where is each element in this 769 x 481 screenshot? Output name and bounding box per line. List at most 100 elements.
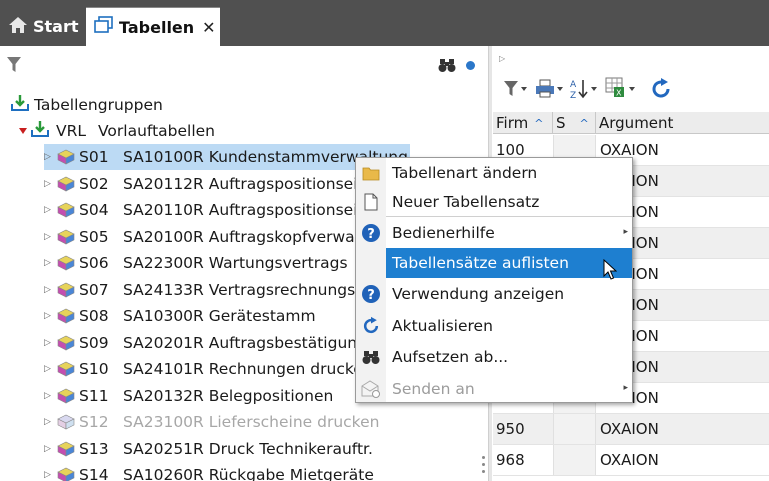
table-cube-icon — [56, 308, 76, 324]
menu-item[interactable]: Tabellensätze auflisten — [356, 248, 632, 278]
refresh-icon[interactable] — [649, 77, 673, 105]
submenu-arrow-icon: ▸ — [623, 227, 628, 237]
expand-arrow-icon[interactable]: ▷ — [44, 205, 54, 215]
table-cube-icon — [56, 335, 76, 351]
tree-item-code: S06 — [79, 254, 109, 272]
tree-item-label: SA20132R Belegpositionen — [123, 386, 334, 405]
tree-item-code: S04 — [79, 201, 109, 219]
binoculars-icon — [356, 342, 386, 372]
expand-arrow-icon[interactable]: ▷ — [44, 285, 54, 295]
filter-dropdown-icon[interactable] — [503, 79, 529, 103]
tree-item[interactable]: ▷ S06 SA22300R Wartungsvertrags — [44, 250, 348, 276]
cell-argument: OXAION — [600, 451, 659, 469]
binoculars-icon[interactable] — [438, 57, 456, 77]
help-icon: ? — [356, 218, 386, 248]
expand-arrow-icon[interactable]: ▷ — [499, 54, 505, 63]
tree-item[interactable]: ▷ S08 SA10300R Gerätestamm — [44, 303, 316, 329]
table-cube-icon — [56, 414, 76, 430]
tree-root-label: Tabellengruppen — [34, 96, 163, 114]
tree-item-code: S02 — [79, 174, 109, 193]
tree-item-code: S14 — [79, 466, 109, 481]
tab-start[interactable]: Start — [0, 7, 82, 46]
expand-arrow-icon[interactable]: ▷ — [44, 179, 54, 189]
tree-item-code: S09 — [79, 333, 109, 352]
tree-item[interactable]: ▷ S11 SA20132R Belegpositionen — [44, 383, 333, 409]
tree-group-vrl[interactable]: VRL Vorlauftabellen — [18, 118, 215, 144]
tree-item-label: SA20112R Auftragspositionsein — [123, 174, 368, 193]
expand-arrow-icon[interactable]: ▷ — [44, 444, 54, 454]
table-cube-icon — [56, 361, 76, 377]
tree-root[interactable]: Tabellengruppen — [10, 92, 163, 118]
menu-item[interactable]: Aktualisieren — [356, 311, 632, 341]
tree-item[interactable]: ▷ S10 SA24101R Rechnungen drucken — [44, 356, 373, 382]
tree-item-label: SA20201R Auftragsbestätigung — [123, 333, 367, 352]
cell-firm: 950 — [496, 420, 525, 438]
status-dot-icon — [466, 61, 475, 70]
menu-item[interactable]: Neuer Tabellensatz — [356, 187, 632, 217]
table-cube-icon — [56, 282, 76, 298]
sort-asc-icon: ^ — [534, 116, 544, 130]
tab-tabellen[interactable]: Tabellen ✕ — [86, 7, 220, 46]
menu-item[interactable]: ? Verwendung anzeigen — [356, 279, 632, 309]
tree-item[interactable]: ▷ S12 SA23100R Lieferscheine drucken — [44, 409, 379, 435]
col-firm-header[interactable]: Firm ^ — [493, 112, 553, 134]
table-cube-icon — [56, 149, 76, 165]
close-icon[interactable]: ✕ — [202, 18, 215, 37]
expand-arrow-icon[interactable]: ▷ — [44, 258, 54, 268]
collapse-arrow-icon[interactable] — [18, 122, 28, 140]
svg-text:Z: Z — [570, 91, 576, 101]
expand-arrow-icon[interactable]: ▷ — [44, 311, 54, 321]
menu-item-label: Tabellenart ändern — [392, 164, 538, 182]
group-label: Vorlauftabellen — [98, 122, 216, 140]
expand-arrow-icon[interactable]: ▷ — [44, 470, 54, 480]
grid-toolbar: AZ X — [501, 76, 761, 102]
tree-item[interactable]: ▷ S09 SA20201R Auftragsbestätigung — [44, 330, 367, 356]
expand-arrow-icon[interactable]: ▷ — [44, 364, 54, 374]
tree-item-label: SA20100R Auftragskopfverwal — [123, 227, 359, 246]
expand-arrow-icon[interactable]: ▷ — [44, 417, 54, 427]
table-cube-icon — [56, 202, 76, 218]
print-icon[interactable] — [535, 79, 565, 103]
tab-label: Tabellen — [119, 17, 195, 37]
menu-item-label: Bedienerhilfe — [392, 224, 495, 242]
tree-item[interactable]: ▷ S05 SA20100R Auftragskopfverwal — [44, 224, 359, 250]
cell-s — [553, 414, 596, 444]
col-argument-header[interactable]: Argument — [596, 112, 769, 134]
tree-item-label: SA20251R Druck Technikerauftr. — [123, 439, 373, 458]
expand-arrow-icon[interactable]: ▷ — [44, 391, 54, 401]
tree-item-label: SA10260R Rückgabe Mietgeräte — [123, 466, 374, 481]
tree-item[interactable]: ▷ S07 SA24133R Vertragsrechnungs — [44, 277, 355, 303]
menu-item[interactable]: Senden an ▸ — [356, 374, 632, 404]
import-icon — [10, 94, 30, 116]
menu-item[interactable]: Aufsetzen ab... — [356, 342, 632, 372]
menu-item[interactable]: Tabellenart ändern — [356, 158, 632, 188]
tree-item[interactable]: ▷ S02 SA20112R Auftragspositionsein — [44, 171, 367, 197]
tree-item[interactable]: ▷ S14 SA10260R Rückgabe Mietgeräte — [44, 462, 374, 481]
tree-item[interactable]: ▷ S04 SA20110R Auftragspositionsein — [44, 197, 367, 223]
menu-item-label: Verwendung anzeigen — [392, 285, 565, 303]
menu-item-label: Aufsetzen ab... — [392, 348, 509, 366]
tree-item-code: S08 — [79, 307, 109, 325]
table-cube-icon — [56, 388, 76, 404]
tree-item-label: SA23100R Lieferscheine drucken — [123, 413, 380, 431]
sort-az-icon[interactable]: AZ — [569, 77, 599, 105]
tree-item-label: SA24101R Rechnungen drucken — [123, 360, 373, 378]
tree-item-label: SA20110R Auftragspositionsein — [123, 201, 368, 219]
col-s-header[interactable]: S ^ — [553, 112, 596, 134]
filter-icon[interactable] — [6, 56, 22, 78]
col-argument-label: Argument — [599, 114, 674, 132]
table-row[interactable]: 968 OXAION — [493, 445, 769, 476]
context-menu: Tabellenart ändern Neuer Tabellensatz? Bed… — [355, 157, 633, 403]
expand-arrow-icon[interactable]: ▷ — [44, 232, 54, 242]
tree-item[interactable]: ▷ S13 SA20251R Druck Technikerauftr. — [44, 436, 373, 462]
menu-item[interactable]: ? Bedienerhilfe ▸ — [356, 218, 632, 248]
tab-label: Start — [33, 17, 79, 36]
submenu-arrow-icon: ▸ — [623, 383, 628, 393]
expand-arrow-icon[interactable]: ▷ — [44, 338, 54, 348]
resize-grip[interactable] — [482, 456, 486, 478]
send-icon — [356, 374, 386, 404]
table-row[interactable]: 950 OXAION — [493, 414, 769, 445]
export-excel-icon[interactable]: X — [605, 77, 637, 105]
tree-item-label: SA24133R Vertragsrechnungs — [123, 280, 356, 299]
expand-arrow-icon[interactable]: ▷ — [44, 152, 54, 162]
